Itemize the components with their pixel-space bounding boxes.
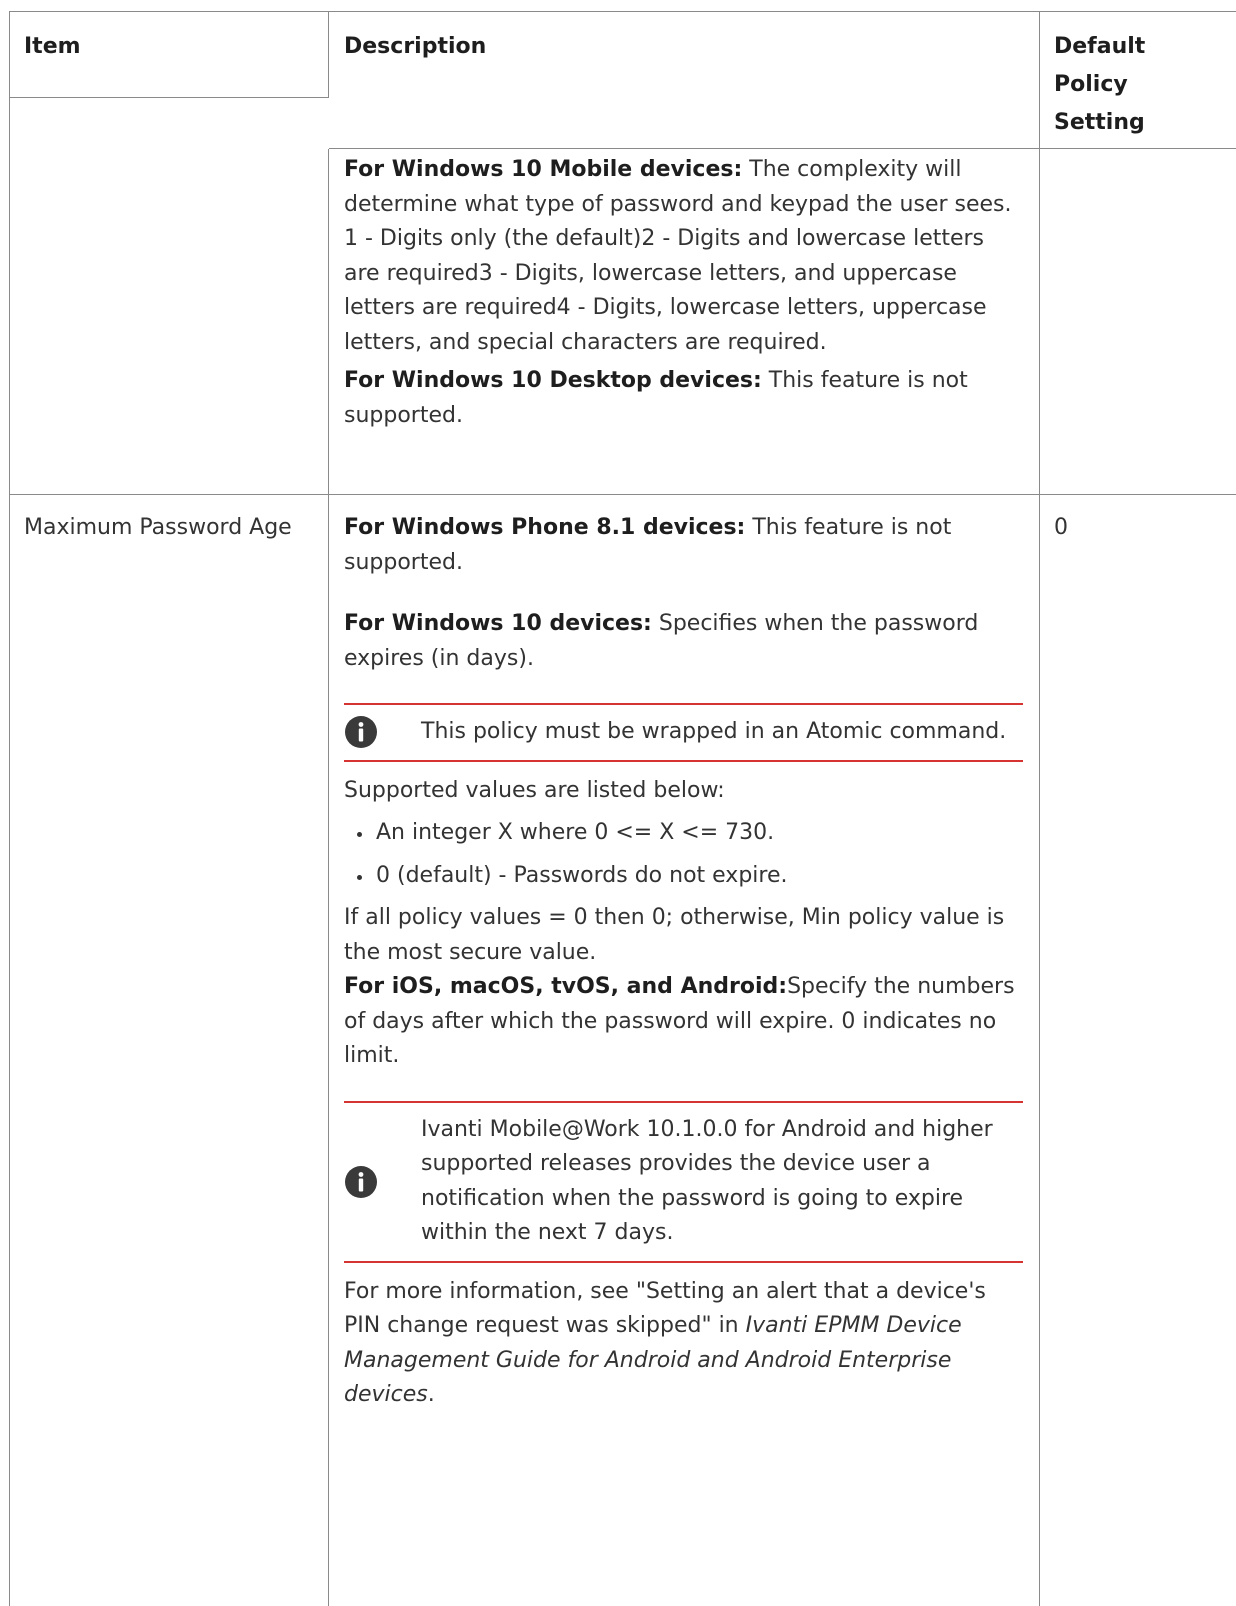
item-cell: Maximum Password Age [10,495,329,1606]
desktop-label: For Windows 10 Desktop devices: [344,368,762,393]
description-cell: For Windows Phone 8.1 devices: This feat… [329,495,1040,1606]
table-row: Maximum Password Age For Windows Phone 8… [10,495,1236,1606]
supported-intro: Supported values are listed below: [344,777,725,803]
default-cell: 0 [1054,515,1068,540]
note-text: This policy must be wrapped in an Atomic… [421,719,1007,744]
w10-label: For Windows 10 devices: [344,611,652,636]
ios-paragraph: For iOS, macOS, tvOS, and Android:Specif… [344,970,1023,1074]
wp81-label: For Windows Phone 8.1 devices: [344,515,746,540]
wp81-paragraph: For Windows Phone 8.1 devices: This feat… [344,511,1023,580]
header-item: Item [10,12,329,98]
table-header-row: Item Description Default Policy Setting [10,12,1236,149]
table-row: For Windows 10 Mobile devices: The compl… [10,149,1236,495]
info-icon [344,715,402,749]
ios-label: For iOS, macOS, tvOS, and Android: [344,974,788,999]
note-text: Ivanti Mobile@Work 10.1.0.0 for Android … [421,1116,993,1246]
policy-paragraph: If all policy values = 0 then 0; otherwi… [344,905,1005,965]
header-default-policy-setting: Default Policy Setting [1040,12,1236,149]
policy-table: Item Description Default Policy Setting … [9,11,1236,1606]
mobile-text: The complexity will determine what type … [344,157,1012,355]
note-box: This policy must be wrapped in an Atomic… [344,703,1023,762]
mobile-paragraph: For Windows 10 Mobile devices: The compl… [344,153,1023,360]
default-cell [1040,149,1236,495]
supported-values-list: An integer X where 0 <= X <= 730. 0 (def… [344,816,1023,893]
header-description: Description [329,12,1040,149]
more-info-paragraph: For more information, see "Setting an al… [344,1275,1023,1413]
w10-paragraph: For Windows 10 devices: Specifies when t… [344,607,1023,676]
mobile-label: For Windows 10 Mobile devices: [344,157,743,182]
more-suffix: . [427,1382,435,1407]
info-icon [344,1165,402,1199]
item-cell [10,149,329,495]
list-item: An integer X where 0 <= X <= 730. [374,816,1023,851]
desktop-paragraph: For Windows 10 Desktop devices: This fea… [344,364,1023,433]
note-box: Ivanti Mobile@Work 10.1.0.0 for Android … [344,1100,1023,1263]
list-item: 0 (default) - Passwords do not expire. [374,859,1023,894]
description-cell: For Windows 10 Mobile devices: The compl… [329,149,1040,495]
